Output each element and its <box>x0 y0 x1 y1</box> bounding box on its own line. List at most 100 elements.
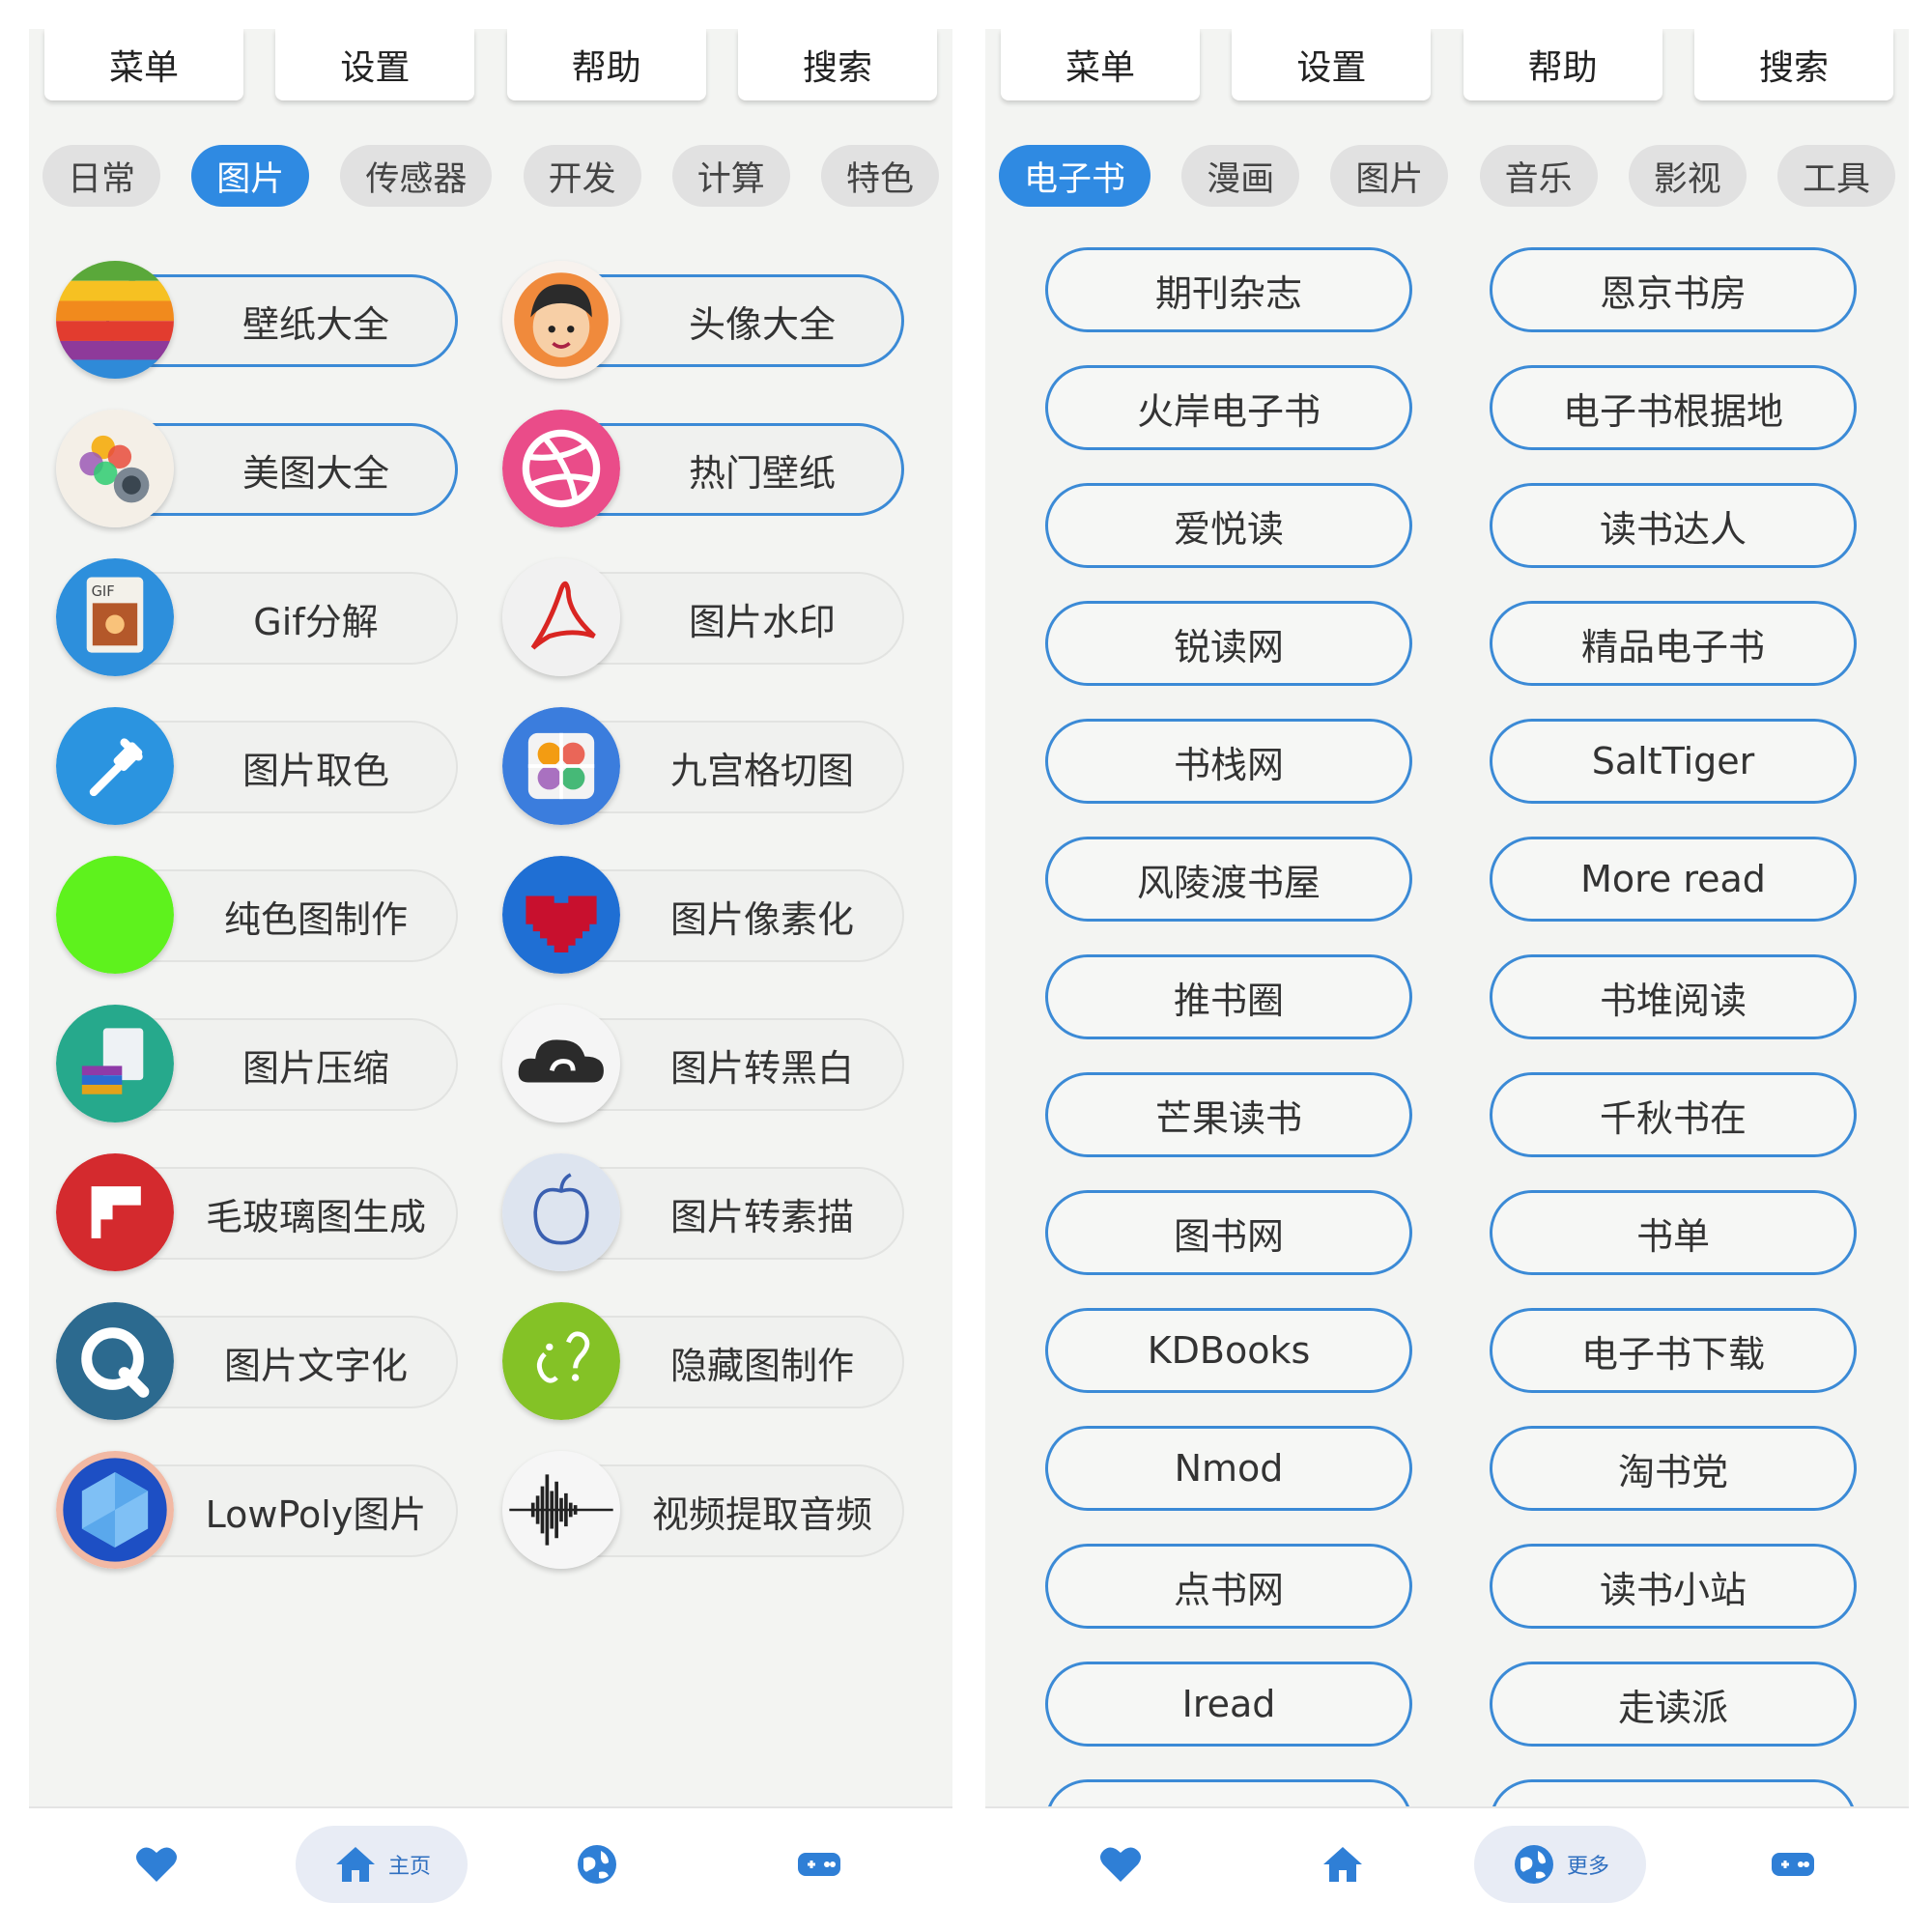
gamepad-icon <box>1772 1853 1814 1876</box>
tool-grid-cut[interactable]: 九宫格切图 <box>502 707 904 825</box>
tab-special[interactable]: 特色 <box>820 145 939 207</box>
ebook-site-link[interactable]: 书堆阅读 <box>1490 954 1857 1039</box>
nav-home[interactable] <box>1304 1826 1381 1903</box>
ebook-site-link[interactable]: 书栈网 <box>1045 719 1412 804</box>
tab-images[interactable]: 图片 <box>1330 145 1449 207</box>
tool-sketch[interactable]: 图片转素描 <box>502 1153 904 1271</box>
ebook-site-link[interactable]: Iread <box>1045 1662 1412 1747</box>
ebook-site-link[interactable]: 风陵渡书屋 <box>1045 837 1412 922</box>
ebook-site-link[interactable]: 电子书根据地 <box>1490 365 1857 450</box>
nav-explore[interactable] <box>558 1826 636 1903</box>
nav-games[interactable] <box>1754 1826 1832 1903</box>
settings-button[interactable]: 设置 <box>1232 29 1432 100</box>
photos-grid-icon <box>502 707 620 825</box>
ebook-site-link[interactable]: 锐读网 <box>1045 601 1412 686</box>
nav-favorites[interactable] <box>118 1826 195 1903</box>
apple-sketch-icon <box>502 1153 620 1271</box>
tool-black-white[interactable]: 图片转黑白 <box>502 1005 904 1122</box>
ebook-site-link[interactable]: KDBooks <box>1045 1308 1412 1393</box>
tool-solid-color[interactable]: 纯色图制作 <box>56 856 458 974</box>
tab-video[interactable]: 影视 <box>1628 145 1747 207</box>
ebook-site-link[interactable]: 期刊杂志 <box>1045 247 1412 332</box>
tab-ebooks[interactable]: 电子书 <box>999 145 1151 207</box>
acrobat-icon <box>502 558 620 676</box>
ebook-site-link[interactable]: 千秋书在 <box>1490 1072 1857 1157</box>
pixel-heart-icon <box>502 856 620 974</box>
category-tabs: 电子书 漫画 图片 音乐 影视 工具 <box>999 145 1895 207</box>
nav-home[interactable]: 主页 <box>296 1826 468 1903</box>
q-letter-icon <box>56 1302 174 1420</box>
category-tabs: 日常 图片 传感器 开发 计算 特色 <box>43 145 939 207</box>
tool-wallpapers[interactable]: 壁纸大全 <box>56 261 458 379</box>
top-menu-bar: 菜单 设置 帮助 搜索 <box>1001 29 1893 100</box>
green-circle-icon <box>56 856 174 974</box>
photos-camera-icon <box>56 410 174 527</box>
question-marks-icon <box>502 1302 620 1420</box>
nav-games[interactable] <box>781 1826 858 1903</box>
top-menu-bar: 菜单 设置 帮助 搜索 <box>44 29 937 100</box>
nav-home-label: 主页 <box>387 1855 431 1879</box>
rainbow-apple-icon <box>56 261 174 379</box>
menu-button[interactable]: 菜单 <box>1001 29 1200 100</box>
tool-color-picker[interactable]: 图片取色 <box>56 707 458 825</box>
tool-lowpoly[interactable]: LowPoly图片 <box>56 1451 458 1569</box>
tab-images[interactable]: 图片 <box>191 145 310 207</box>
nav-more-label: 更多 <box>1566 1855 1609 1879</box>
ebook-site-link[interactable]: 爱悦读 <box>1045 483 1412 568</box>
cloud-sync-icon <box>502 1005 620 1122</box>
lowpoly-gem-icon <box>56 1451 174 1569</box>
ebook-site-link[interactable]: 图书网 <box>1045 1190 1412 1275</box>
compress-archive-icon <box>56 1005 174 1122</box>
tab-calc[interactable]: 计算 <box>671 145 790 207</box>
ebook-site-link[interactable]: 芒果读书 <box>1045 1072 1412 1157</box>
ebook-site-link[interactable]: SaltTiger <box>1490 719 1857 804</box>
home-icon <box>335 1847 375 1882</box>
tool-text-art[interactable]: 图片文字化 <box>56 1302 458 1420</box>
tool-frosted-glass[interactable]: 毛玻璃图生成 <box>56 1153 458 1271</box>
ebook-site-link[interactable]: 火岸电子书 <box>1045 365 1412 450</box>
tool-hot-wallpapers[interactable]: 热门壁纸 <box>502 410 904 527</box>
tool-extract-audio[interactable]: 视频提取音频 <box>502 1451 904 1569</box>
globe-icon <box>1514 1845 1553 1884</box>
tab-music[interactable]: 音乐 <box>1479 145 1598 207</box>
tool-avatars[interactable]: 头像大全 <box>502 261 904 379</box>
help-button[interactable]: 帮助 <box>1463 29 1662 100</box>
ebook-site-link[interactable]: 走读派 <box>1490 1662 1857 1747</box>
search-button[interactable]: 搜索 <box>737 29 937 100</box>
nav-more[interactable]: 更多 <box>1474 1826 1646 1903</box>
tab-comics[interactable]: 漫画 <box>1181 145 1300 207</box>
tools-panel: 菜单 设置 帮助 搜索 日常 图片 传感器 开发 计算 特色 壁纸大全 头像大全… <box>29 29 952 1903</box>
ebook-site-link[interactable]: 淘书党 <box>1490 1426 1857 1511</box>
tool-gif-split[interactable]: Gif分解 GIF <box>56 558 458 676</box>
menu-button[interactable]: 菜单 <box>44 29 243 100</box>
help-button[interactable]: 帮助 <box>506 29 706 100</box>
ebook-site-link[interactable]: 推书圈 <box>1045 954 1412 1039</box>
ebook-site-link[interactable]: Nmod <box>1045 1426 1412 1511</box>
tab-tools[interactable]: 工具 <box>1776 145 1895 207</box>
ebook-site-link[interactable]: 电子书下载 <box>1490 1308 1857 1393</box>
tool-hidden-image[interactable]: 隐藏图制作 <box>502 1302 904 1420</box>
tool-compress[interactable]: 图片压缩 <box>56 1005 458 1122</box>
tab-daily[interactable]: 日常 <box>43 145 161 207</box>
cartoon-avatar-icon <box>502 261 620 379</box>
nav-favorites[interactable] <box>1082 1826 1159 1903</box>
home-icon <box>1323 1847 1362 1882</box>
dribbble-ball-icon <box>502 410 620 527</box>
ebook-site-link[interactable]: 精品电子书 <box>1490 601 1857 686</box>
settings-button[interactable]: 设置 <box>275 29 475 100</box>
ebook-site-link[interactable]: 读书小站 <box>1490 1544 1857 1629</box>
ebook-site-link[interactable]: 恩京书房 <box>1490 247 1857 332</box>
ebooks-panel: 菜单 设置 帮助 搜索 电子书 漫画 图片 音乐 影视 工具 期刊杂志 恩京书房火… <box>985 29 1909 1903</box>
ebook-site-link[interactable]: 读书达人 <box>1490 483 1857 568</box>
ebook-site-link[interactable]: 书单 <box>1490 1190 1857 1275</box>
eyedropper-icon <box>56 707 174 825</box>
tool-beauty-images[interactable]: 美图大全 <box>56 410 458 527</box>
bottom-nav: 主页 <box>29 1806 952 1903</box>
tab-sensors[interactable]: 传感器 <box>340 145 493 207</box>
tool-watermark[interactable]: 图片水印 <box>502 558 904 676</box>
ebook-site-link[interactable]: 点书网 <box>1045 1544 1412 1629</box>
ebook-site-link[interactable]: More read <box>1490 837 1857 922</box>
tool-pixelate[interactable]: 图片像素化 <box>502 856 904 974</box>
search-button[interactable]: 搜索 <box>1693 29 1893 100</box>
tab-dev[interactable]: 开发 <box>523 145 641 207</box>
